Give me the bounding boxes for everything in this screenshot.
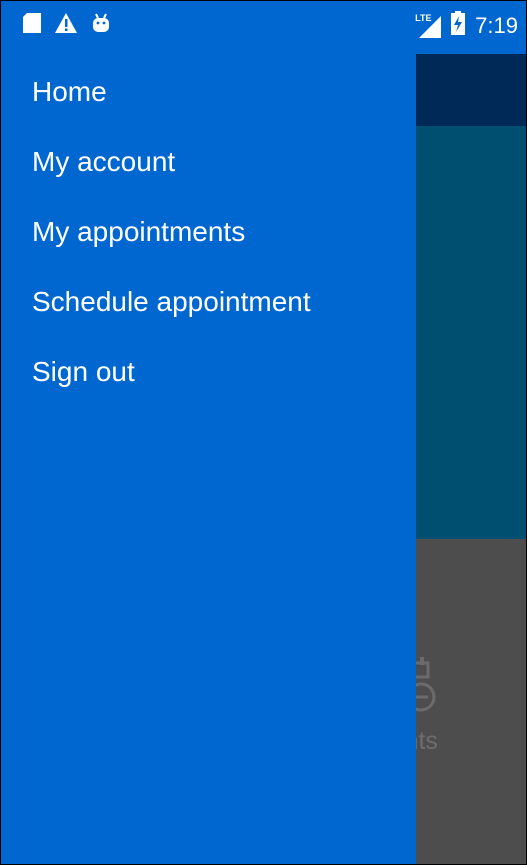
drawer-item-home[interactable]: Home [32, 76, 107, 108]
clock: 7:19 [475, 13, 518, 38]
navigation-drawer: Home My account My appointments Schedule… [1, 54, 416, 864]
lte-signal-icon: LTE [415, 13, 442, 38]
screen: ntments [0, 0, 527, 865]
notification-icons [23, 13, 111, 38]
drawer-item-my-appointments[interactable]: My appointments [32, 216, 245, 248]
drawer-item-sign-out[interactable]: Sign out [32, 356, 135, 388]
battery-charging-icon [451, 11, 466, 41]
drawer-item-schedule-appointment[interactable]: Schedule appointment [32, 286, 311, 318]
android-icon [91, 13, 111, 38]
system-icons: LTE 7:19 [415, 11, 518, 41]
status-bar: LTE 7:19 [1, 1, 526, 54]
warning-icon [55, 13, 77, 38]
drawer-item-my-account[interactable]: My account [32, 146, 175, 178]
sd-card-icon [23, 13, 41, 38]
